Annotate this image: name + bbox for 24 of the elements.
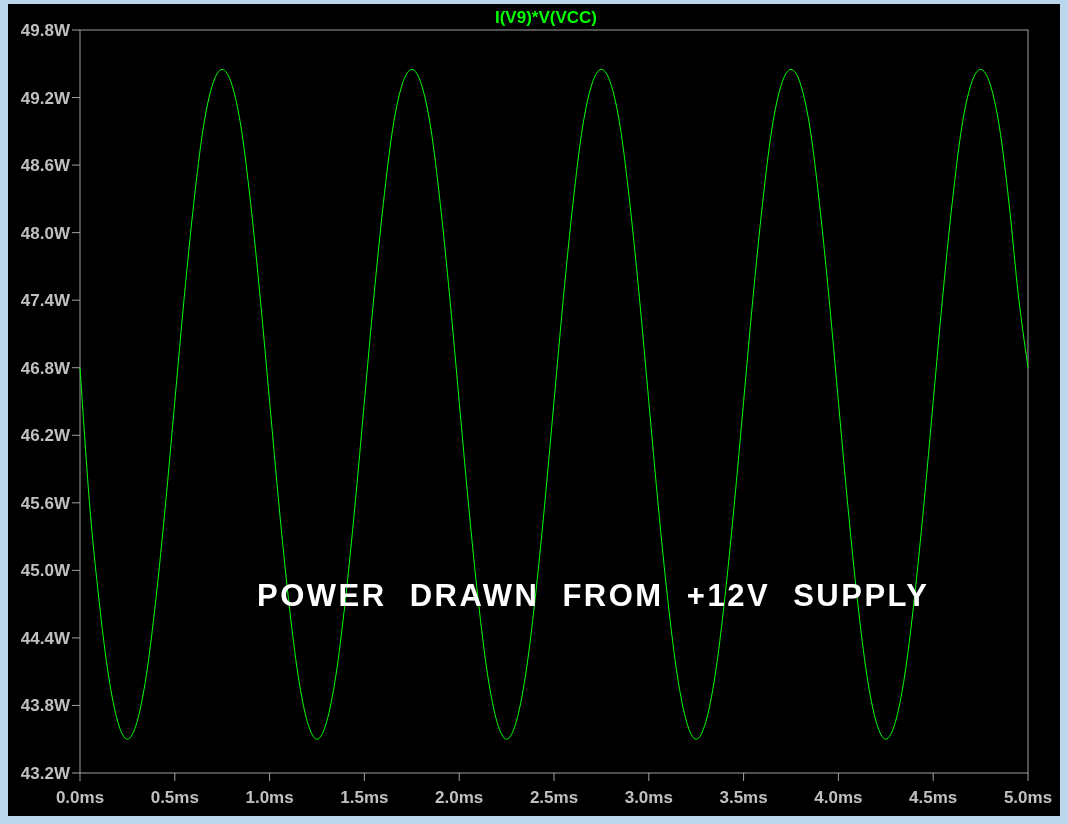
x-tick-label: 3.5ms xyxy=(719,788,768,807)
x-tick-label: 2.0ms xyxy=(435,788,484,807)
y-tick-label: 49.2W xyxy=(20,88,70,108)
x-tick-label: 0.0ms xyxy=(55,788,105,807)
y-tick-label: 43.8W xyxy=(20,696,70,716)
trace-title[interactable]: I(V9)*V(VCC) xyxy=(495,8,597,27)
y-tick-label: 45.6W xyxy=(20,493,70,513)
y-tick-label: 46.2W xyxy=(20,426,70,446)
y-tick-label: 45.0W xyxy=(20,561,70,581)
x-tick-label: 4.0ms xyxy=(814,788,863,807)
x-tick-label: 1.5ms xyxy=(340,788,389,807)
y-tick-label: 43.2W xyxy=(20,764,70,783)
x-tick-label: 4.5ms xyxy=(909,788,958,807)
y-tick-label: 48.6W xyxy=(20,156,70,176)
y-tick-label: 44.4W xyxy=(20,628,70,648)
y-tick-label: 49.8W xyxy=(20,21,70,40)
x-tick-label: 0.5ms xyxy=(150,788,199,807)
x-tick-label: 2.5ms xyxy=(529,788,579,807)
y-tick-label: 46.8W xyxy=(20,358,70,378)
x-tick-label: 5.0ms xyxy=(1003,788,1053,807)
x-tick-label: 3.0ms xyxy=(624,788,673,807)
y-tick-label: 48.0W xyxy=(20,223,70,243)
x-tick-label: 1.0ms xyxy=(245,788,294,807)
y-tick-label: 47.4W xyxy=(20,291,70,311)
